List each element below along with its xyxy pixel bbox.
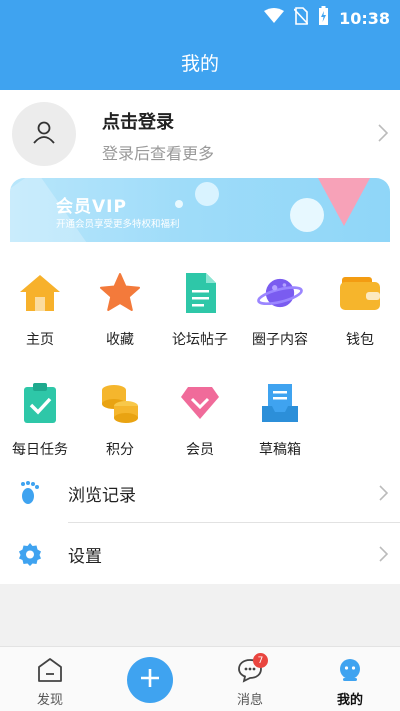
grid-item-points[interactable]: 积分 bbox=[80, 380, 160, 459]
grid-item-drafts[interactable]: 草稿箱 bbox=[240, 380, 320, 459]
discover-icon bbox=[37, 657, 63, 683]
grid-item-label: 论坛帖子 bbox=[172, 332, 228, 348]
menu-label: 浏览记录 bbox=[68, 485, 136, 506]
document-icon bbox=[177, 270, 223, 316]
grid-item-label: 收藏 bbox=[106, 332, 134, 348]
wallet-icon bbox=[337, 270, 383, 316]
grid-item-label: 积分 bbox=[106, 442, 134, 458]
planet-icon bbox=[257, 270, 303, 316]
banner-bubble bbox=[175, 200, 183, 208]
bottom-tab-bar: 发现 7 消息 我的 bbox=[0, 646, 400, 711]
add-post-button[interactable] bbox=[127, 657, 173, 703]
chevron-right-icon bbox=[379, 546, 389, 566]
grid-item-daily-tasks[interactable]: 每日任务 bbox=[0, 380, 80, 459]
footprint-icon bbox=[18, 481, 42, 505]
tab-discover[interactable]: 发现 bbox=[0, 647, 100, 711]
grid-item-circle-content[interactable]: 圈子内容 bbox=[240, 270, 320, 349]
message-icon: 7 bbox=[237, 653, 268, 683]
user-icon bbox=[31, 119, 57, 149]
tab-messages[interactable]: 7 消息 bbox=[200, 647, 300, 711]
grid-item-home[interactable]: 主页 bbox=[0, 270, 80, 349]
banner-ribbon bbox=[318, 178, 370, 226]
mine-icon bbox=[337, 657, 363, 683]
grid-item-label: 草稿箱 bbox=[259, 442, 301, 458]
no-sim-icon bbox=[293, 7, 309, 29]
grid-item-forum-posts[interactable]: 论坛帖子 bbox=[160, 270, 240, 349]
grid-item-label: 钱包 bbox=[346, 332, 374, 348]
tab-label: 消息 bbox=[236, 693, 263, 708]
coins-icon bbox=[97, 380, 143, 426]
grid-item-wallet[interactable]: 钱包 bbox=[320, 270, 400, 349]
avatar[interactable] bbox=[12, 102, 76, 166]
tab-label: 发现 bbox=[36, 693, 63, 708]
gear-icon bbox=[18, 542, 42, 566]
grid-item-label: 每日任务 bbox=[12, 442, 68, 458]
menu-label: 设置 bbox=[68, 546, 102, 567]
chevron-right-icon bbox=[378, 124, 389, 146]
diamond-icon bbox=[177, 380, 223, 426]
vip-subtitle: 开通会员享受更多特权和福利 bbox=[56, 219, 180, 230]
login-subtitle: 登录后查看更多 bbox=[102, 144, 215, 163]
clipboard-check-icon bbox=[17, 380, 63, 426]
status-time: 10:38 bbox=[339, 8, 390, 28]
unread-badge: 7 bbox=[253, 653, 268, 668]
chevron-right-icon bbox=[379, 485, 389, 505]
tab-label: 我的 bbox=[336, 693, 363, 708]
plus-icon bbox=[139, 667, 161, 693]
banner-bubble bbox=[195, 182, 219, 206]
status-bar: 10:38 bbox=[0, 0, 400, 34]
page-title: 我的 bbox=[180, 52, 219, 75]
star-icon bbox=[97, 270, 143, 316]
vip-banner[interactable]: 会员VIP 开通会员享受更多特权和福利 bbox=[10, 178, 390, 242]
divider bbox=[68, 522, 400, 523]
menu-browsing-history[interactable]: 浏览记录 bbox=[0, 463, 400, 523]
grid-item-favorites[interactable]: 收藏 bbox=[80, 270, 160, 349]
login-title[interactable]: 点击登录 bbox=[102, 108, 174, 134]
grid-item-member[interactable]: 会员 bbox=[160, 380, 240, 459]
app-bar: 我的 bbox=[0, 34, 400, 90]
battery-charging-icon bbox=[318, 6, 329, 30]
grid-item-label: 会员 bbox=[186, 442, 214, 458]
drafts-icon bbox=[257, 380, 303, 426]
tab-mine[interactable]: 我的 bbox=[300, 647, 400, 711]
menu-settings[interactable]: 设置 bbox=[0, 524, 400, 584]
wifi-icon bbox=[264, 8, 285, 28]
grid-item-label: 主页 bbox=[26, 332, 54, 348]
vip-title: 会员VIP bbox=[56, 197, 127, 217]
home-icon bbox=[17, 270, 63, 316]
grid-item-label: 圈子内容 bbox=[252, 332, 308, 348]
